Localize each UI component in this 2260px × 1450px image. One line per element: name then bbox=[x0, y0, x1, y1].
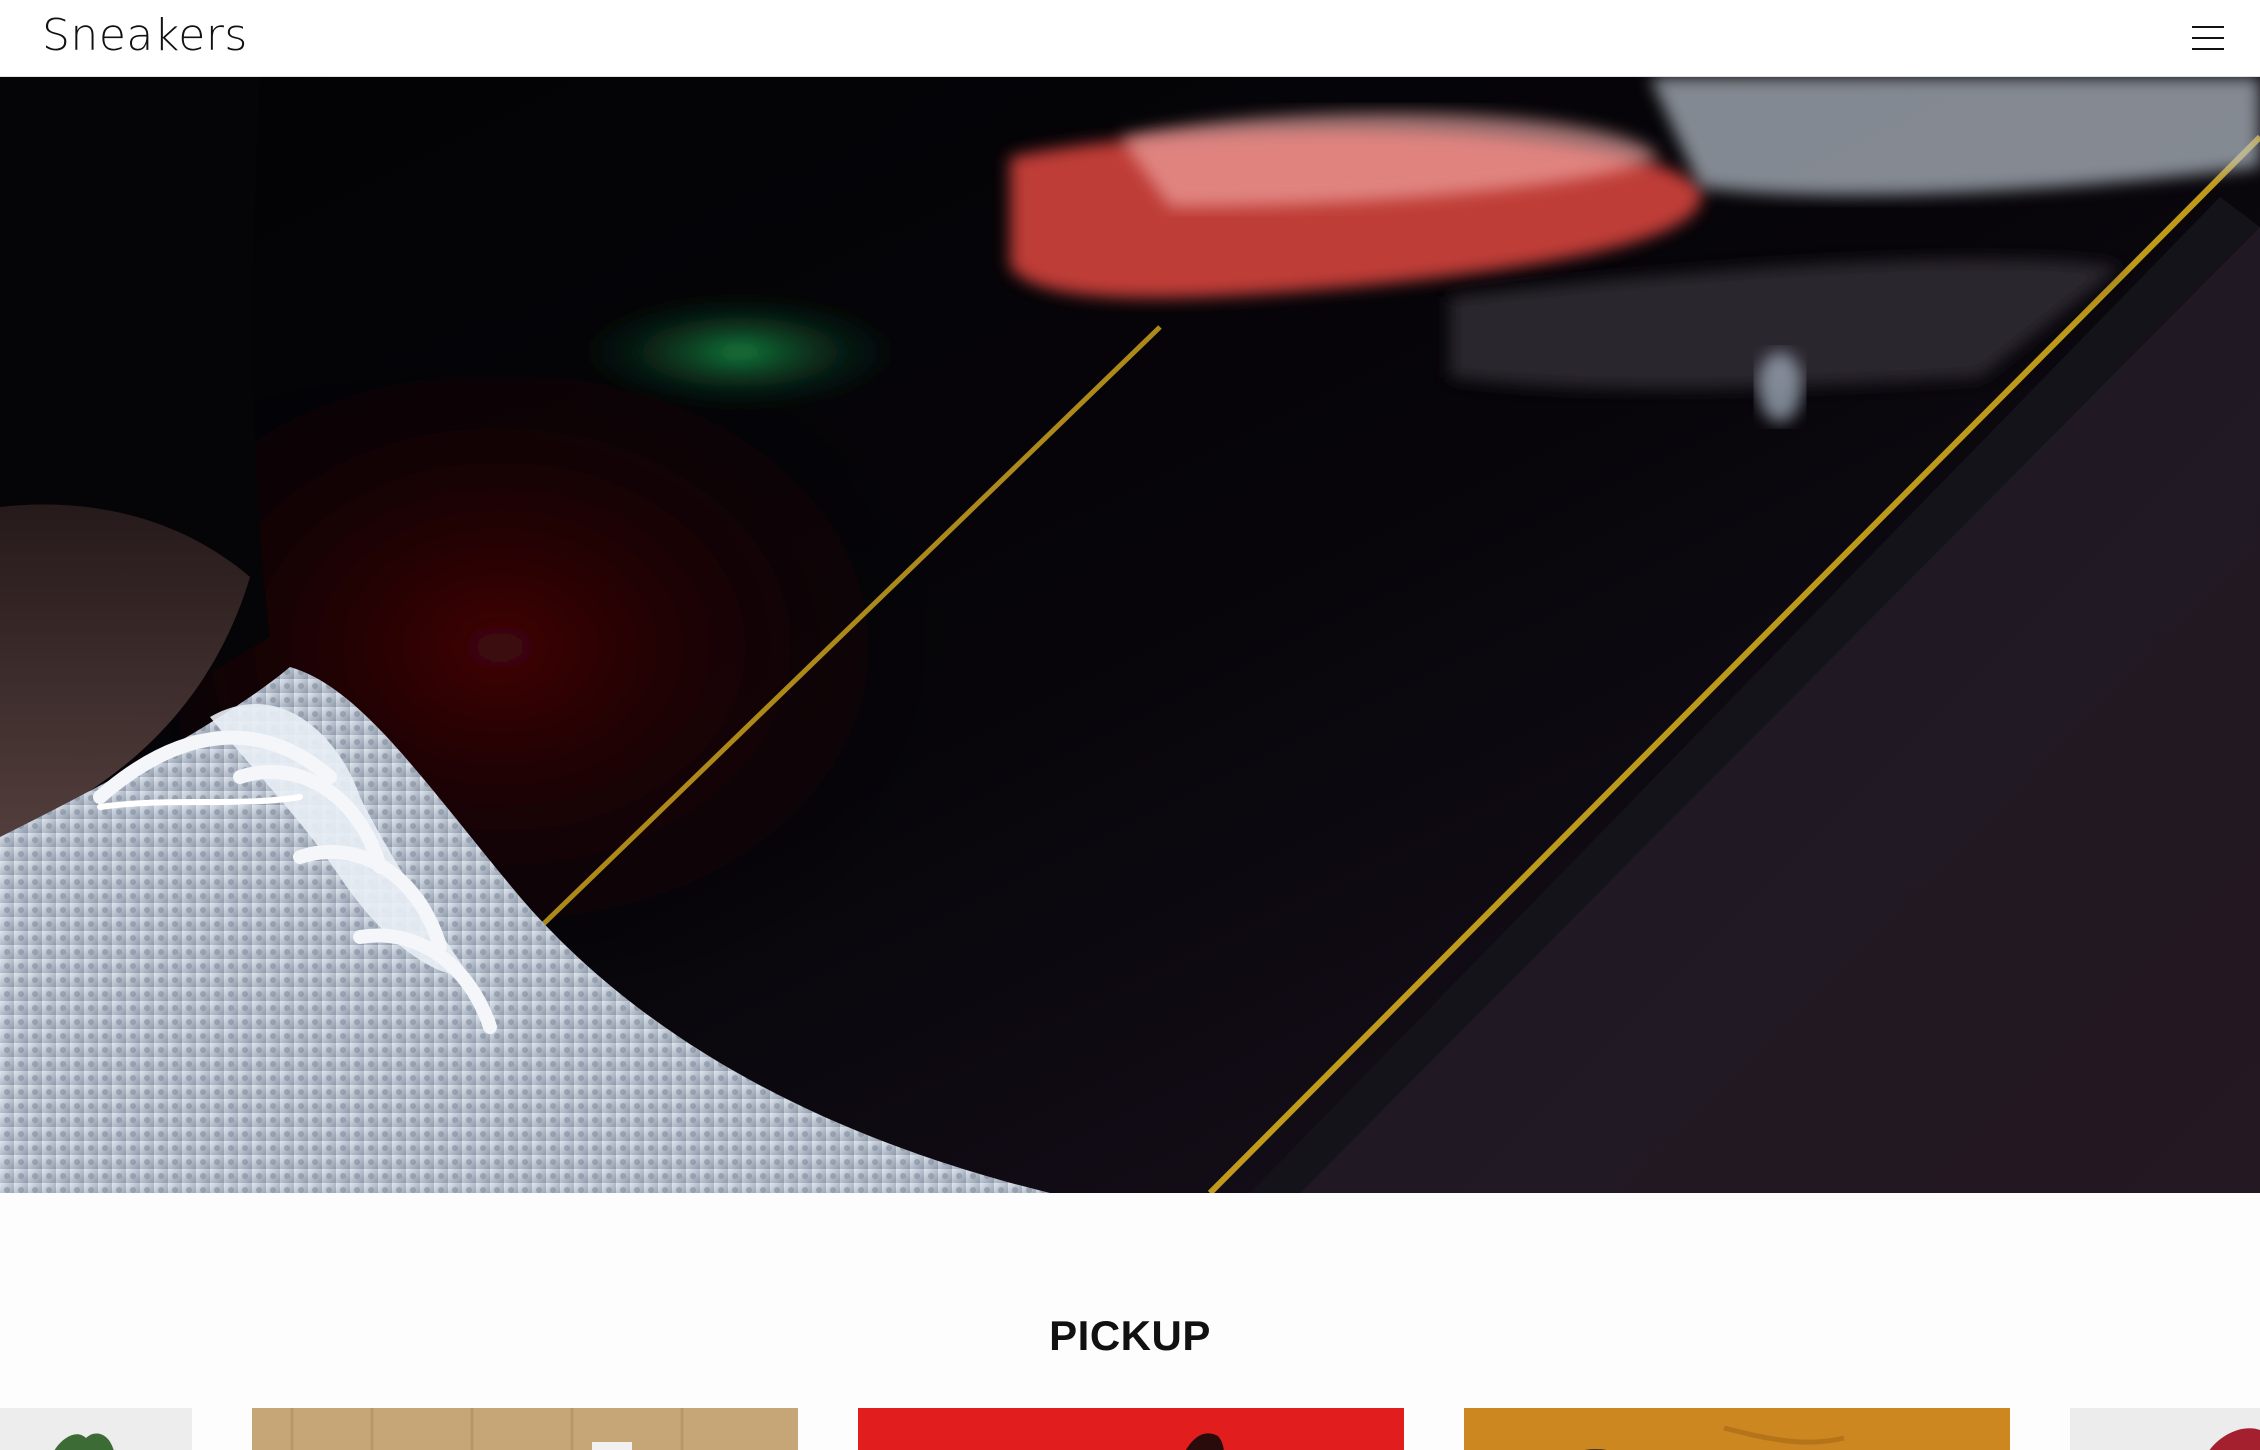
pickup-heading: PICKUP bbox=[1049, 1312, 1211, 1359]
pickup-card[interactable] bbox=[1464, 1408, 2010, 1450]
pickup-carousel[interactable] bbox=[0, 1408, 2260, 1450]
pickup-card-image bbox=[252, 1408, 798, 1450]
menu-line bbox=[2192, 26, 2224, 28]
pickup-card[interactable] bbox=[0, 1408, 192, 1450]
pickup-card[interactable] bbox=[2070, 1408, 2260, 1450]
hamburger-menu-icon[interactable] bbox=[2192, 24, 2224, 52]
pickup-card-image bbox=[1464, 1408, 2010, 1450]
pickup-card-image bbox=[858, 1408, 1404, 1450]
menu-line bbox=[2192, 37, 2224, 39]
site-header: Sneakers bbox=[0, 0, 2260, 77]
pickup-card[interactable] bbox=[858, 1408, 1404, 1450]
pickup-card-image bbox=[54, 1433, 114, 1450]
menu-line bbox=[2192, 48, 2224, 50]
pickup-card[interactable] bbox=[252, 1408, 798, 1450]
hero-video-frame bbox=[0, 77, 2260, 1193]
pickup-card-image bbox=[2209, 1428, 2260, 1450]
site-logo[interactable]: Sneakers bbox=[42, 10, 248, 61]
hero-video[interactable] bbox=[0, 77, 2260, 1193]
